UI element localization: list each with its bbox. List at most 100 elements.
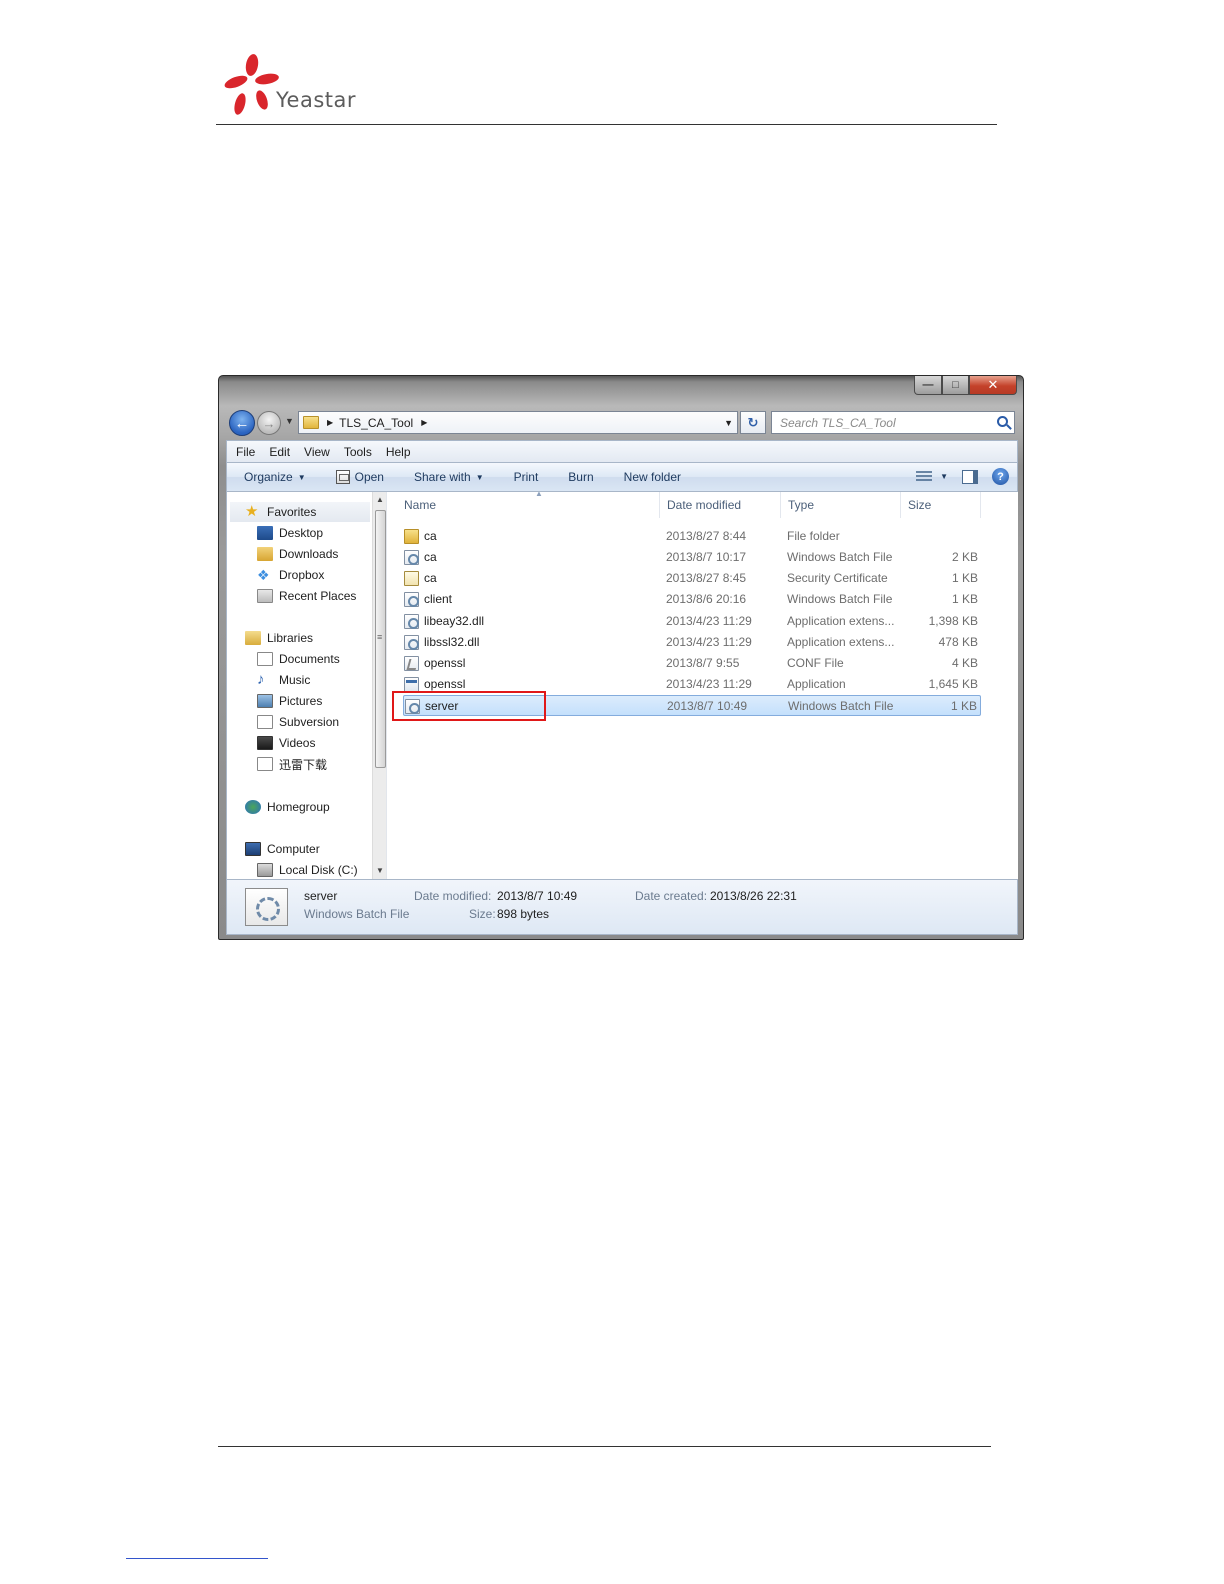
file-row[interactable]: ca 2013/8/7 10:17 Windows Batch File 2 KB bbox=[403, 547, 981, 568]
open-button[interactable]: Open bbox=[335, 470, 384, 484]
menu-view[interactable]: View bbox=[304, 445, 330, 459]
sidebar-computer[interactable]: Computer bbox=[245, 839, 320, 859]
column-header-date-modified[interactable]: Date modified bbox=[660, 492, 781, 518]
footer-link-underline bbox=[126, 1558, 268, 1559]
sidebar-item-pictures[interactable]: Pictures bbox=[257, 691, 322, 711]
search-icon[interactable] bbox=[997, 416, 1008, 427]
exe-file-icon bbox=[404, 677, 419, 693]
dll-file-icon bbox=[404, 613, 419, 629]
sidebar-item-local-disk[interactable]: Local Disk (C:) bbox=[257, 860, 358, 879]
search-placeholder: Search TLS_CA_Tool bbox=[780, 415, 896, 430]
sidebar-item-desktop[interactable]: Desktop bbox=[257, 523, 323, 543]
sidebar-item-subversion[interactable]: Subversion bbox=[257, 712, 339, 732]
breadcrumb-chevron-icon[interactable]: ▶ bbox=[421, 418, 427, 427]
file-size: 1 KB bbox=[951, 571, 978, 586]
organize-button[interactable]: Organize ▼ bbox=[244, 470, 306, 484]
sidebar-libraries[interactable]: Libraries bbox=[245, 628, 313, 648]
batch-file-icon bbox=[404, 550, 419, 566]
file-date-modified: 2013/8/6 20:16 bbox=[666, 592, 747, 607]
recent-pages-dropdown[interactable]: ▼ bbox=[285, 416, 294, 426]
sidebar-item-dropbox[interactable]: ❖ Dropbox bbox=[257, 565, 324, 585]
music-icon: ♪ bbox=[257, 671, 265, 688]
preview-pane-icon[interactable] bbox=[962, 469, 978, 484]
burn-button[interactable]: Burn bbox=[568, 470, 593, 484]
chevron-down-icon: ▼ bbox=[297, 472, 306, 482]
file-row[interactable]: openssl 2013/8/7 9:55 CONF File 4 KB bbox=[403, 653, 981, 674]
sidebar-item-videos[interactable]: Videos bbox=[257, 733, 315, 753]
file-date-modified: 2013/8/7 10:17 bbox=[666, 550, 747, 565]
file-type: Windows Batch File bbox=[787, 550, 893, 565]
maximize-button[interactable]: □ bbox=[942, 376, 969, 395]
yeastar-logo: Yeastar bbox=[222, 52, 382, 124]
file-row[interactable]: libeay32.dll 2013/4/23 11:29 Application e… bbox=[403, 611, 981, 632]
sidebar-item-documents[interactable]: Documents bbox=[257, 649, 340, 669]
back-arrow-icon: ← bbox=[234, 414, 250, 432]
sidebar-item-music[interactable]: ♪ Music bbox=[257, 670, 310, 690]
help-icon[interactable]: ? bbox=[992, 468, 1009, 485]
homegroup-icon bbox=[245, 800, 261, 814]
breadcrumb-tls-ca-tool[interactable]: TLS_CA_Tool bbox=[339, 416, 413, 430]
file-row[interactable]: ca 2013/8/27 8:45 Security Certificate 1 KB bbox=[403, 568, 981, 589]
share-with-button[interactable]: Share with ▼ bbox=[414, 470, 484, 484]
sidebar-label: Desktop bbox=[279, 526, 324, 540]
scroll-grip-icon: ≡ bbox=[377, 632, 383, 642]
minimize-button[interactable]: — bbox=[914, 376, 942, 395]
new-folder-label: New folder bbox=[623, 470, 682, 484]
menu-tools[interactable]: Tools bbox=[344, 445, 372, 459]
print-button[interactable]: Print bbox=[514, 470, 539, 484]
footer-rule bbox=[218, 1446, 991, 1447]
sidebar-label: Local Disk (C:) bbox=[279, 863, 358, 877]
navigation-scrollbar[interactable]: ▲ ≡ ▼ bbox=[372, 492, 386, 879]
disk-icon bbox=[257, 863, 273, 877]
sidebar-item-downloads[interactable]: Downloads bbox=[257, 544, 338, 564]
column-header-name[interactable]: Name ▲ bbox=[397, 492, 660, 518]
brand-name: Yeastar bbox=[276, 88, 357, 112]
menu-help[interactable]: Help bbox=[386, 445, 411, 459]
file-date-modified: 2013/8/7 10:49 bbox=[667, 699, 748, 714]
detail-size: 898 bytes bbox=[497, 907, 550, 921]
breadcrumb-chevron-icon[interactable]: ▶ bbox=[327, 418, 333, 427]
file-size: 4 KB bbox=[951, 655, 978, 670]
change-view-button[interactable]: ▼ bbox=[916, 470, 948, 483]
address-dropdown-icon[interactable]: ▼ bbox=[724, 418, 733, 428]
file-name: ca bbox=[424, 550, 437, 565]
file-row[interactable]: libssl32.dll 2013/4/23 11:29 Application e… bbox=[403, 632, 981, 653]
scroll-down-icon[interactable]: ▼ bbox=[376, 866, 384, 875]
close-button[interactable]: ✕ bbox=[969, 376, 1017, 395]
sidebar-label: Pictures bbox=[279, 694, 323, 708]
chevron-down-icon: ▼ bbox=[475, 472, 484, 482]
file-row[interactable]: client 2013/8/6 20:16 Windows Batch File 1 … bbox=[403, 589, 981, 610]
sidebar-item-recent-places[interactable]: Recent Places bbox=[257, 586, 356, 606]
column-label: Date modified bbox=[667, 498, 742, 512]
conf-file-icon bbox=[404, 655, 419, 671]
column-header-type[interactable]: Type bbox=[781, 492, 901, 518]
forward-arrow-icon: → bbox=[262, 415, 276, 431]
libraries-icon bbox=[245, 631, 261, 645]
sidebar-favorites[interactable]: ★ Favorites bbox=[230, 502, 370, 522]
batch-file-icon bbox=[245, 888, 288, 926]
file-row[interactable]: ca 2013/8/27 8:44 File folder bbox=[403, 526, 981, 547]
file-row[interactable]: openssl 2013/4/23 11:29 Application 1,645 K… bbox=[403, 674, 981, 695]
address-bar[interactable]: ▶ TLS_CA_Tool ▶ ▼ bbox=[298, 411, 738, 434]
back-button[interactable]: ← bbox=[229, 410, 255, 436]
sidebar-label: Libraries bbox=[267, 631, 314, 645]
refresh-button[interactable]: ↻ bbox=[740, 411, 766, 434]
view-list-icon bbox=[916, 470, 933, 483]
detail-date-created: 2013/8/26 22:31 bbox=[710, 889, 797, 903]
navigation-pane: ★ Favorites Desktop Downloads ❖ Dropbox … bbox=[226, 492, 386, 879]
forward-button[interactable]: → bbox=[257, 411, 281, 435]
column-header-size[interactable]: Size bbox=[901, 492, 981, 518]
sidebar-item-xunlei-downloads[interactable]: 迅雷下载 bbox=[257, 754, 327, 774]
menu-file[interactable]: File bbox=[236, 445, 255, 459]
sidebar-homegroup[interactable]: Homegroup bbox=[245, 797, 330, 817]
file-name: libeay32.dll bbox=[424, 613, 485, 628]
menu-edit[interactable]: Edit bbox=[269, 445, 290, 459]
file-row[interactable]: server 2013/8/7 10:49 Windows Batch File 1 … bbox=[403, 695, 981, 717]
new-folder-button[interactable]: New folder bbox=[624, 470, 681, 484]
dll-file-icon bbox=[404, 634, 419, 650]
videos-icon bbox=[257, 736, 273, 750]
search-input[interactable]: Search TLS_CA_Tool bbox=[771, 411, 1015, 434]
sort-ascending-icon: ▲ bbox=[535, 492, 543, 498]
sidebar-label: Computer bbox=[267, 842, 320, 856]
scroll-up-icon[interactable]: ▲ bbox=[376, 495, 384, 504]
